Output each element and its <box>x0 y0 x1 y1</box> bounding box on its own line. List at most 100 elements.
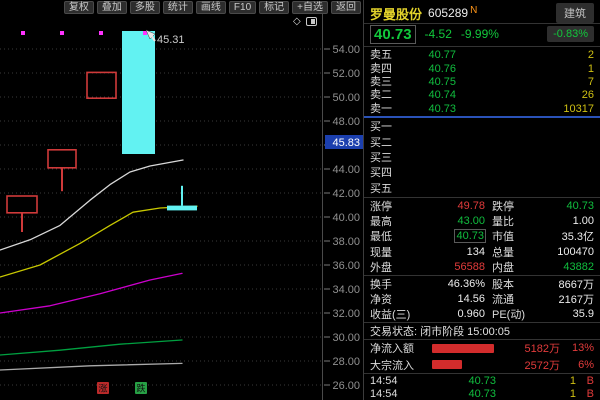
axis-label: 34.00 <box>332 284 360 296</box>
flow-label: 净流入额 <box>370 340 428 356</box>
ask-row-4[interactable]: 卖四40.761 <box>364 62 600 75</box>
stat-label: 最高 <box>370 213 422 229</box>
ask-price: 40.73 <box>414 103 524 116</box>
cursor-price-label: 45.31 <box>157 34 185 46</box>
menu-item-4[interactable]: 统计 <box>163 1 193 14</box>
stock-header: 罗曼股份 605289 N 建筑 <box>364 0 600 24</box>
stat-value-text: 0.960 <box>457 308 485 320</box>
stat-label: 股本 <box>485 276 525 292</box>
flow-value: 2572万 <box>462 357 560 373</box>
stat-value: 35.3亿 <box>525 228 594 244</box>
ma-gray <box>0 363 182 370</box>
stat-label: 现量 <box>370 244 422 260</box>
price-change: -4.52 <box>425 27 452 41</box>
trading-status: 交易状态: 闭市阶段 15:00:05 <box>364 323 600 340</box>
bid-row-2[interactable]: 买二 <box>364 135 600 150</box>
bid-label: 买四 <box>370 167 414 180</box>
stat-value: 0.960 <box>422 308 485 320</box>
menu-item-6[interactable]: F10 <box>229 1 256 14</box>
axis-label: 52.00 <box>332 68 360 80</box>
ask-label: 卖五 <box>370 49 414 62</box>
flow-value: 5182万 <box>494 340 560 356</box>
ma-yellow <box>0 206 197 277</box>
stat-row-7: 净资14.56流通2167万 <box>364 291 600 306</box>
candle-up-1 <box>7 196 37 213</box>
bid-label: 买一 <box>370 121 414 134</box>
menu-item-9[interactable]: 返回 <box>331 1 361 14</box>
axis-label: 42.00 <box>332 188 360 200</box>
top-menu-bar: 复权叠加多股统计画线F10标记+自选返回 <box>0 0 363 15</box>
flow-pct: 6% <box>560 359 594 371</box>
stat-label: 外盘 <box>370 259 422 275</box>
ask-row-2[interactable]: 卖二40.7426 <box>364 89 600 102</box>
ask-row-3[interactable]: 卖三40.757 <box>364 76 600 89</box>
menu-item-1[interactable]: 复权 <box>64 1 94 14</box>
menu-item-5[interactable]: 画线 <box>196 1 226 14</box>
stat-label: 收益(三) <box>370 306 422 322</box>
stat-value-text: 40.73 <box>455 230 485 242</box>
menu-item-2[interactable]: 叠加 <box>97 1 127 14</box>
ask-label: 卖四 <box>370 63 414 76</box>
bid-levels: 买一买二买三买四买五 <box>364 118 600 198</box>
menu-item-3[interactable]: 多股 <box>130 1 160 14</box>
diamond-draw-icon[interactable]: ◇ <box>293 17 301 27</box>
stat-label: 市值 <box>485 228 525 244</box>
ask-label: 卖二 <box>370 89 414 102</box>
legend-up-label: 涨 <box>98 384 107 394</box>
marker-dot <box>21 31 25 35</box>
tick-side: B <box>576 375 594 387</box>
trading-app-window: 54.0052.0050.0048.0046.0044.0042.0040.00… <box>0 0 600 400</box>
bid-row-4[interactable]: 买四 <box>364 166 600 181</box>
menu-item-8[interactable]: +自选 <box>292 1 328 14</box>
bid-row-5[interactable]: 买五 <box>364 181 600 196</box>
tick-list[interactable]: 14:5440.731B14:5440.731B <box>364 374 600 400</box>
trading-status-text: 交易状态: 闭市阶段 15:00:05 <box>370 323 510 339</box>
quote-row: 40.73 -4.52 -9.99% -0.83% <box>364 24 600 47</box>
axis-label: 30.00 <box>332 332 360 344</box>
money-flow-block: 净流入额5182万13%大宗流入2572万6% <box>364 340 600 374</box>
quote-panel: 罗曼股份 605289 N 建筑 40.73 -4.52 -9.99% -0.8… <box>363 0 600 400</box>
stat-label: 净资 <box>370 291 422 307</box>
bid-label: 买三 <box>370 152 414 165</box>
bid-row-3[interactable]: 买三 <box>364 151 600 166</box>
ask-label: 卖三 <box>370 76 414 89</box>
stat-row-4: 现量134总量100470 <box>364 244 600 259</box>
ask-row-5[interactable]: 卖五40.772 <box>364 49 600 62</box>
bid-label: 买二 <box>370 137 414 150</box>
flow-pct: 13% <box>560 342 594 354</box>
stat-value: 2167万 <box>525 291 594 307</box>
axis-label: 36.00 <box>332 260 360 272</box>
ask-qty: 10317 <box>524 103 594 116</box>
stat-value-text: 56588 <box>454 261 485 273</box>
bid-row-1[interactable]: 买一 <box>364 120 600 135</box>
stat-value: 40.73 <box>525 200 594 212</box>
ma-magenta <box>0 273 182 313</box>
tick-time: 14:54 <box>370 375 420 387</box>
stat-value: 1.00 <box>525 215 594 227</box>
stat-value: 100470 <box>525 246 594 258</box>
axis-label: 38.00 <box>332 236 360 248</box>
stat-value-text: 14.56 <box>457 293 485 305</box>
ask-qty: 7 <box>524 76 594 89</box>
ask-row-1[interactable]: 卖一40.7310317 <box>364 103 600 116</box>
shape-draw-icon[interactable] <box>306 17 317 26</box>
sector-badge[interactable]: 建筑 <box>556 3 594 23</box>
stat-label: 量比 <box>485 213 525 229</box>
axis-label: 50.00 <box>332 92 360 104</box>
price-change-pct: -9.99% <box>461 27 499 41</box>
ma-green <box>0 340 182 355</box>
ask-label: 卖一 <box>370 103 414 116</box>
stat-value: 35.9 <box>525 308 594 320</box>
chart-tools: ◇ <box>293 15 327 28</box>
ask-price: 40.77 <box>414 49 524 62</box>
stat-value: 49.78 <box>422 200 485 212</box>
ask-qty: 26 <box>524 89 594 102</box>
axis-label: 26.00 <box>332 380 360 392</box>
candlestick-chart[interactable]: 54.0052.0050.0048.0046.0044.0042.0040.00… <box>0 0 363 400</box>
ask-qty: 1 <box>524 63 594 76</box>
tick-row-1: 14:5440.731B <box>364 374 600 387</box>
axis-highlight-label: 45.83 <box>332 137 360 149</box>
menu-item-7[interactable]: 标记 <box>259 1 289 14</box>
tick-price: 40.73 <box>420 375 548 387</box>
tick-side: B <box>576 388 594 400</box>
